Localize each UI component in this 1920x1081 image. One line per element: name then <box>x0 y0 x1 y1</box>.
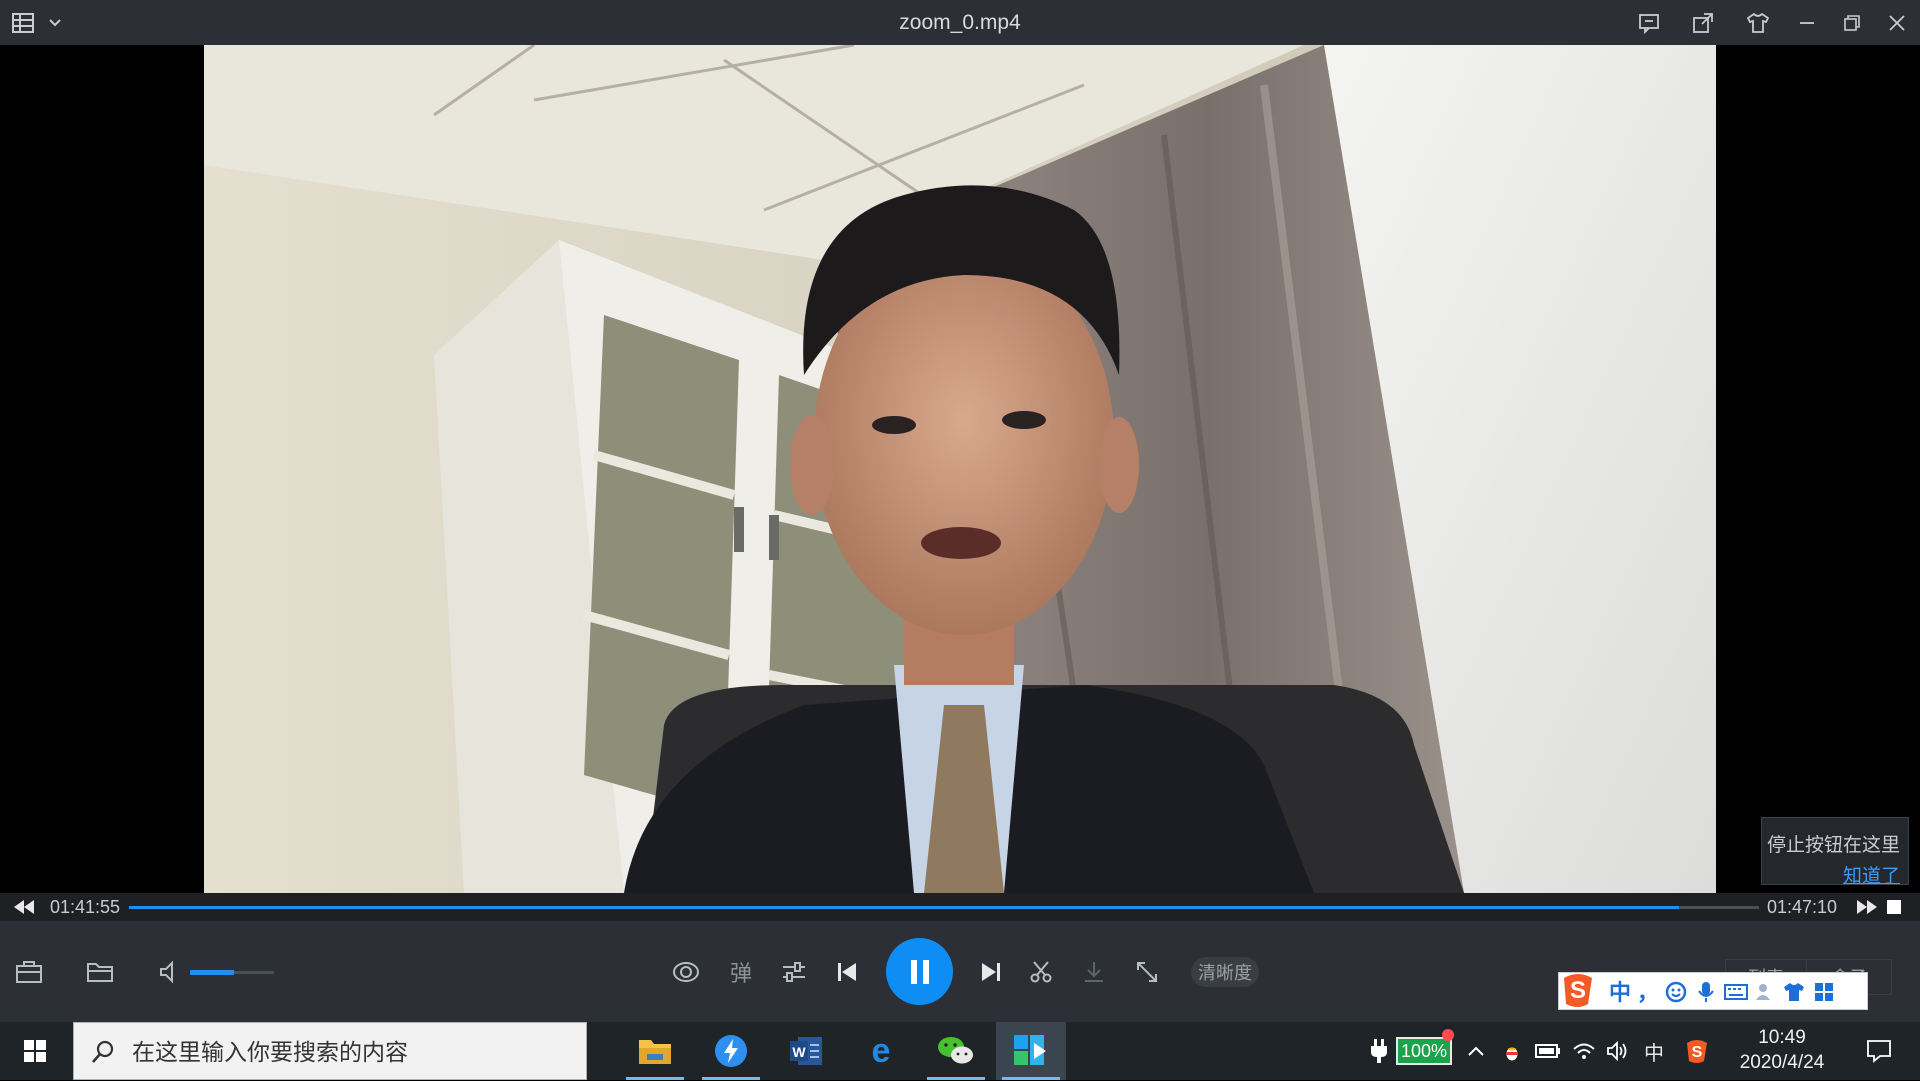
taskbar-clock[interactable]: 10:49 2020/4/24 <box>1722 1022 1842 1080</box>
danmaku-button[interactable]: 弹 <box>726 956 756 988</box>
close-icon[interactable] <box>1882 8 1912 38</box>
video-player-app[interactable] <box>996 1022 1066 1080</box>
ime-lang-toggle[interactable]: 中 <box>1607 977 1633 1005</box>
action-center-icon[interactable] <box>1854 1022 1904 1080</box>
video-area[interactable] <box>0 45 1920 893</box>
download-icon[interactable] <box>1078 956 1110 988</box>
elapsed-time: 01:41:55 <box>50 897 121 917</box>
seek-bar[interactable] <box>129 906 1759 909</box>
volume-slider[interactable] <box>190 970 274 975</box>
3d-mode-icon[interactable] <box>670 956 702 988</box>
battery-tray-icon[interactable] <box>1534 1022 1562 1080</box>
stop-button-tooltip: 停止按钮在这里 知道了 <box>1761 817 1909 888</box>
toolbox-icon[interactable] <box>12 957 46 987</box>
sogou-logo-icon[interactable]: S <box>1557 969 1599 1011</box>
feedback-icon[interactable] <box>1634 8 1664 38</box>
file-explorer-app[interactable] <box>620 1022 690 1080</box>
previous-icon[interactable] <box>831 956 863 988</box>
total-time: 01:47:10 <box>1767 897 1838 917</box>
wechat-app[interactable] <box>921 1022 991 1080</box>
edge-app[interactable]: e <box>846 1022 916 1080</box>
minimize-icon[interactable] <box>1792 8 1822 38</box>
restore-icon[interactable] <box>1837 8 1867 38</box>
battery-percent: 100% <box>1396 1037 1452 1065</box>
search-icon <box>92 1040 114 1063</box>
player-app-icon <box>1014 1035 1046 1065</box>
folder-icon <box>639 1040 671 1064</box>
title-bar: zoom_0.mp4 <box>0 0 1920 45</box>
next-icon[interactable] <box>975 956 1007 988</box>
tooltip-dismiss-link[interactable]: 知道了 <box>1762 861 1900 888</box>
notification-dot-icon <box>1442 1029 1454 1041</box>
open-folder-icon[interactable] <box>83 957 117 987</box>
sogou-tray-icon[interactable]: S <box>1680 1022 1714 1080</box>
video-scene-image <box>204 45 1716 893</box>
clock-date: 2020/4/24 <box>1739 1052 1825 1073</box>
emoji-icon[interactable] <box>1663 979 1689 1005</box>
power-plug-icon[interactable] <box>1366 1022 1392 1080</box>
tooltip-text: 停止按钮在这里 <box>1766 835 1900 856</box>
qq-penguin-icon[interactable] <box>1498 1022 1526 1080</box>
wechat-icon <box>938 1037 973 1064</box>
taskbar: 在这里输入你要搜索的内容 W e 100% 中 S 10:49 2020/4/2… <box>0 1022 1920 1080</box>
stop-button[interactable] <box>1886 899 1902 915</box>
wifi-icon[interactable] <box>1570 1022 1598 1080</box>
input-language-indicator[interactable]: 中 <box>1640 1022 1668 1080</box>
svg-text:S: S <box>1570 977 1586 1004</box>
quality-button[interactable]: 清晰度 <box>1191 957 1259 987</box>
clip-scissors-icon[interactable] <box>1025 956 1057 988</box>
feige-app[interactable] <box>696 1022 766 1080</box>
volume-icon[interactable] <box>155 957 185 987</box>
word-icon: W <box>790 1037 822 1065</box>
show-hidden-icons-chevron-up-icon[interactable] <box>1462 1022 1490 1080</box>
svg-text:S: S <box>1692 1044 1703 1061</box>
svg-text:e: e <box>872 1034 891 1068</box>
rewind-icon[interactable] <box>12 897 36 917</box>
toolbox-grid-icon[interactable] <box>1811 979 1837 1005</box>
word-app[interactable]: W <box>771 1022 841 1080</box>
edge-icon: e <box>872 1034 891 1068</box>
pause-icon <box>910 959 929 984</box>
battery-indicator[interactable]: 100% <box>1394 1022 1454 1080</box>
speaker-icon[interactable] <box>1604 1022 1632 1080</box>
skin-shirt-icon[interactable] <box>1781 979 1807 1005</box>
svg-text:W: W <box>792 1044 806 1060</box>
volume-slider-fill <box>190 970 234 975</box>
pause-button[interactable] <box>886 938 953 1005</box>
stop-icon <box>1887 900 1901 914</box>
user-cloud-icon[interactable] <box>1753 979 1779 1005</box>
seek-bar-progress <box>129 906 1680 909</box>
start-button[interactable] <box>0 1022 70 1080</box>
voice-input-icon[interactable] <box>1695 979 1717 1005</box>
window-title: zoom_0.mp4 <box>899 11 1021 34</box>
settings-sliders-icon[interactable] <box>778 956 810 988</box>
clock-time: 10:49 <box>1758 1027 1806 1048</box>
progress-row: 01:41:55 01:47:10 <box>0 893 1920 921</box>
skin-icon[interactable] <box>1743 8 1773 38</box>
search-placeholder: 在这里输入你要搜索的内容 <box>132 1039 408 1065</box>
fast-forward-icon[interactable] <box>1855 897 1879 917</box>
share-icon[interactable] <box>1688 8 1718 38</box>
ime-punct-toggle[interactable]: ， <box>1637 977 1659 1005</box>
fullscreen-icon[interactable] <box>1131 956 1163 988</box>
windows-icon <box>24 1040 46 1062</box>
taskbar-search[interactable]: 在这里输入你要搜索的内容 <box>73 1022 587 1080</box>
keyboard-icon[interactable] <box>1723 979 1749 1005</box>
video-frame[interactable] <box>204 45 1716 893</box>
ime-toolbar: S 中 ， <box>1558 972 1868 1010</box>
lightning-app-icon <box>715 1035 747 1067</box>
